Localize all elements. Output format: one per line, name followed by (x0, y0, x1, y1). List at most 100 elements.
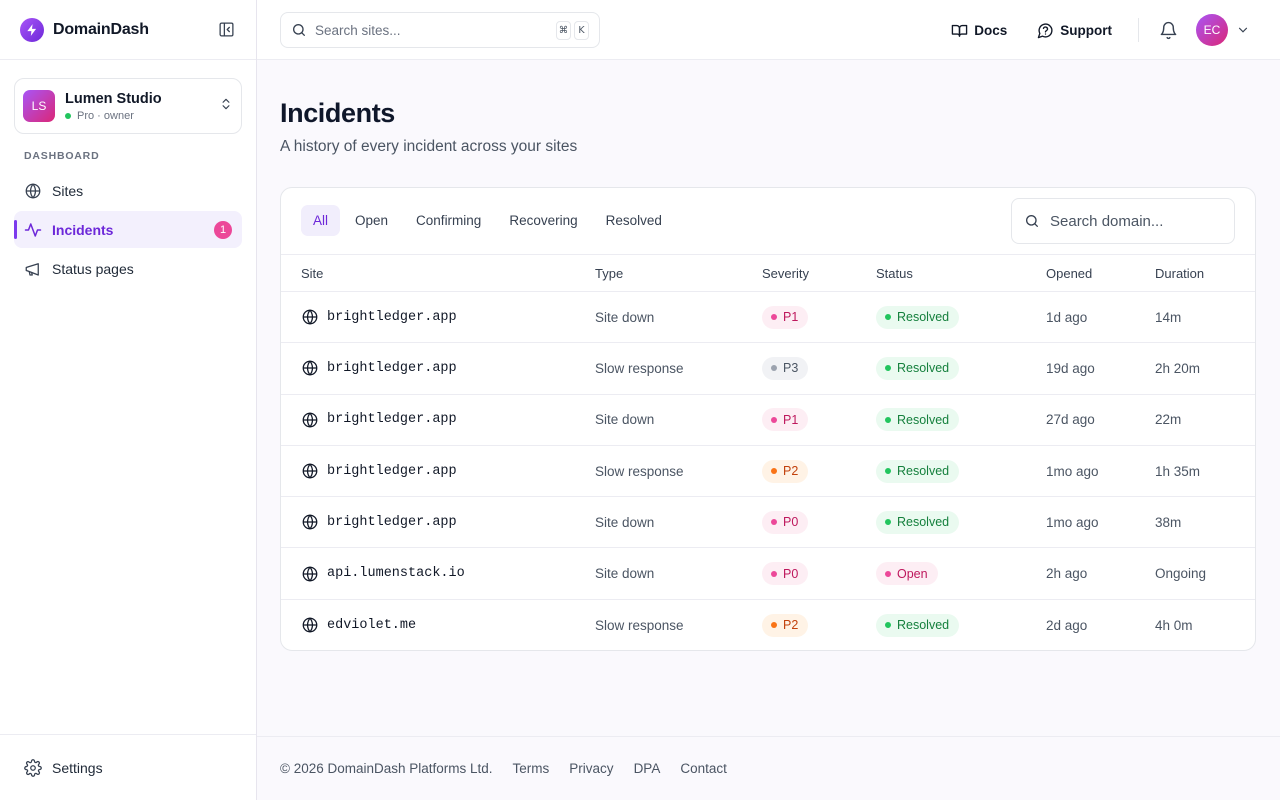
shortcut-key-cmd: ⌘ (556, 20, 571, 40)
site-domain[interactable]: edviolet.me (327, 618, 416, 633)
status-filter-tabs: All Open Confirming Recovering Resolved (301, 205, 677, 236)
footer-link-contact[interactable]: Contact (680, 761, 727, 776)
table-row[interactable]: brightledger.app Site down P1 Resolved 1d ag… (281, 292, 1255, 344)
cell-opened: 27d ago (1046, 412, 1095, 428)
search-icon (291, 22, 307, 38)
site-domain[interactable]: brightledger.app (327, 310, 457, 325)
status-dot (885, 468, 891, 475)
sidebar-item-sites[interactable]: Sites (14, 172, 242, 209)
tab-all[interactable]: All (301, 205, 341, 236)
brand-header: DomainDash (0, 0, 256, 60)
status-badge: Resolved (876, 613, 960, 637)
workspace-switcher[interactable]: LS Lumen Studio Pro · owner (14, 78, 242, 134)
cell-type: Slow response (595, 463, 684, 479)
column-header-duration[interactable]: Duration (1155, 266, 1255, 281)
cell-severity: P3 (762, 356, 876, 380)
docs-label: Docs (974, 22, 1008, 38)
column-header-severity[interactable]: Severity (762, 266, 876, 281)
severity-dot (771, 622, 777, 629)
status-dot (885, 365, 891, 372)
site-search[interactable]: ⌘ K (280, 12, 600, 48)
table-row[interactable]: brightledger.app Slow response P2 Resolved 1… (281, 446, 1255, 498)
domain-search-input[interactable] (1050, 212, 1222, 230)
table-row[interactable]: api.lumenstack.io Site down P0 Open 2h ago On… (281, 548, 1255, 600)
status-dot (885, 622, 891, 629)
footer-link-dpa[interactable]: DPA (634, 761, 661, 776)
cell-duration: 38m (1155, 514, 1182, 530)
site-domain[interactable]: brightledger.app (327, 464, 457, 479)
cell-type: Site down (595, 309, 655, 325)
cell-duration: 2h 20m (1155, 360, 1201, 376)
cell-site: brightledger.app (281, 411, 595, 429)
footer-link-privacy[interactable]: Privacy (569, 761, 613, 776)
cell-status: Resolved (876, 356, 1046, 380)
user-avatar[interactable]: EC (1196, 14, 1228, 46)
status-badge: Resolved (876, 459, 960, 483)
table-header: Site Type Severity Status Opened Duratio… (281, 255, 1255, 292)
sidebar-collapse-icon[interactable] (216, 20, 236, 40)
cell-site: api.lumenstack.io (281, 565, 595, 583)
table-row[interactable]: edviolet.me Slow response P2 Resolved 2d ago… (281, 600, 1255, 650)
bell-icon[interactable] (1159, 21, 1178, 40)
site-search-input[interactable] (315, 22, 553, 38)
status-badge: Resolved (876, 305, 960, 329)
column-header-status[interactable]: Status (876, 266, 1046, 281)
cell-site: edviolet.me (281, 616, 595, 634)
chevron-down-icon[interactable] (1236, 23, 1250, 37)
severity-label: P0 (783, 566, 799, 581)
severity-badge: P0 (762, 562, 809, 586)
sidebar-item-label: Status pages (52, 260, 134, 277)
search-icon (1024, 213, 1040, 229)
sidebar-nav: Sites Incidents 1 Status pages (14, 172, 242, 289)
site-domain[interactable]: brightledger.app (327, 361, 457, 376)
sidebar-item-label: Sites (52, 182, 84, 199)
page-subtitle: A history of every incident across your … (280, 138, 578, 155)
table-row[interactable]: brightledger.app Site down P1 Resolved 27d a… (281, 395, 1255, 446)
tab-recovering[interactable]: Recovering (496, 205, 590, 236)
status-dot (885, 416, 891, 423)
table-row[interactable]: brightledger.app Site down P0 Resolved 1mo a… (281, 497, 1255, 549)
sidebar-item-label: Incidents (52, 221, 114, 238)
support-link[interactable]: Support (1037, 22, 1112, 39)
site-domain[interactable]: api.lumenstack.io (327, 566, 465, 581)
chevrons-up-down-icon (219, 97, 233, 116)
gear-icon (24, 758, 42, 777)
table-row[interactable]: brightledger.app Slow response P3 Resolved 1… (281, 343, 1255, 395)
column-header-site[interactable]: Site (281, 266, 595, 281)
tab-resolved[interactable]: Resolved (593, 205, 675, 236)
brand-name: DomainDash (53, 20, 149, 38)
status-label: Resolved (897, 412, 950, 427)
cell-type: Site down (595, 514, 655, 530)
docs-link[interactable]: Docs (951, 22, 1007, 39)
tab-confirming[interactable]: Confirming (403, 205, 494, 236)
status-dot (885, 519, 891, 526)
cell-site: brightledger.app (281, 513, 595, 531)
footer-link-terms[interactable]: Terms (513, 761, 550, 776)
status-label: Resolved (897, 310, 950, 325)
globe-icon (301, 565, 319, 583)
column-header-opened[interactable]: Opened (1046, 266, 1155, 281)
topbar-divider (1138, 18, 1139, 42)
site-domain[interactable]: brightledger.app (327, 412, 457, 427)
incidents-toolbar: All Open Confirming Recovering Resolved (281, 188, 1255, 255)
cell-severity: P2 (762, 459, 876, 483)
status-label: Resolved (897, 464, 950, 479)
severity-dot (771, 365, 777, 372)
cell-duration: 22m (1155, 412, 1182, 428)
domain-search[interactable] (1011, 198, 1235, 244)
site-domain[interactable]: brightledger.app (327, 515, 457, 530)
severity-label: P3 (783, 361, 799, 376)
sidebar-item-incidents[interactable]: Incidents 1 (14, 211, 242, 248)
cell-type: Slow response (595, 617, 684, 633)
tab-open[interactable]: Open (342, 205, 401, 236)
sidebar-item-settings[interactable]: Settings (0, 734, 256, 800)
activity-icon (24, 221, 42, 239)
column-header-type[interactable]: Type (595, 266, 762, 281)
cell-site: brightledger.app (281, 462, 595, 480)
cell-status: Resolved (876, 510, 1046, 534)
sidebar-item-status-pages[interactable]: Status pages (14, 250, 242, 287)
workspace-plan: Pro · owner (65, 110, 162, 122)
severity-dot (771, 468, 777, 475)
status-badge: Resolved (876, 510, 960, 534)
severity-label: P2 (783, 464, 799, 479)
